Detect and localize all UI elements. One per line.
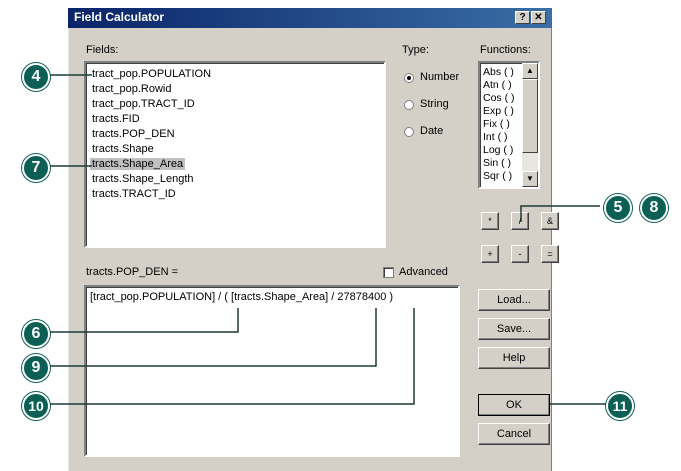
callout-10: 10 <box>22 392 50 420</box>
callout-5: 5 <box>604 194 632 222</box>
callout-leader-lines <box>46 74 606 405</box>
callout-6: 6 <box>22 320 50 348</box>
callout-9: 9 <box>22 354 50 382</box>
callout-8: 8 <box>640 194 668 222</box>
callout-11: 11 <box>606 392 634 420</box>
callout-4: 4 <box>22 63 50 91</box>
callout-7: 7 <box>22 154 50 182</box>
